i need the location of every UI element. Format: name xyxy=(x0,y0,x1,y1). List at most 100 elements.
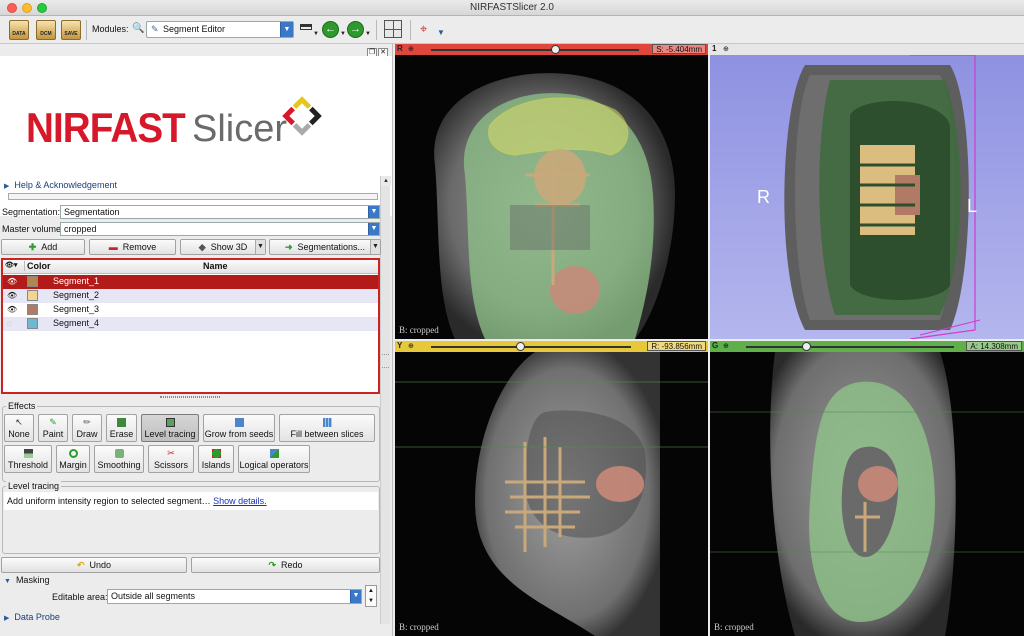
effect-erase-button[interactable]: Erase xyxy=(106,414,137,442)
effect-threshold-button[interactable]: Threshold xyxy=(4,445,52,473)
red-slice-slider[interactable] xyxy=(431,45,639,54)
show-details-link[interactable]: Show details. xyxy=(213,496,267,506)
add-segment-button[interactable]: ✚ Add xyxy=(1,239,85,255)
islands-icon xyxy=(211,449,221,458)
data-probe-toggle[interactable]: ▶ Data Probe xyxy=(4,612,60,622)
3d-view[interactable]: 1 ⊕ R L xyxy=(710,44,1024,339)
yellow-slice-image xyxy=(395,352,708,636)
redo-button[interactable]: ↷ Redo xyxy=(191,557,380,573)
modules-label: Modules: xyxy=(92,24,129,34)
chevron-down-icon[interactable]: ▼ xyxy=(370,240,380,254)
masking-section-toggle[interactable]: ▼ Masking xyxy=(4,575,49,585)
slider-thumb[interactable] xyxy=(802,342,811,351)
crosshair-icon[interactable]: ⌖ xyxy=(420,21,427,37)
eye-closed-icon[interactable]: ◌ xyxy=(7,319,12,328)
pin-icon[interactable]: ⊕ xyxy=(723,45,729,53)
help-section-toggle[interactable]: ▶ Help & Acknowledgement xyxy=(4,180,117,190)
chevron-down-icon[interactable]: ▼ xyxy=(255,240,265,254)
effect-fill-between-slices-button[interactable]: Fill between slices xyxy=(279,414,375,442)
splitter-handle[interactable] xyxy=(8,193,378,200)
segmentations-button[interactable]: ➜ Segmentations... ▼ xyxy=(269,239,381,255)
segment-row-1[interactable]: 👁 Segment_1 xyxy=(3,275,378,289)
module-history-icon[interactable] xyxy=(300,24,312,30)
yellow-view-caption: B: cropped xyxy=(399,622,439,632)
pin-icon[interactable]: ⊕ xyxy=(723,342,729,350)
pin-icon[interactable]: ⊕ xyxy=(408,45,414,53)
effect-level-tracing-button[interactable]: Level tracing xyxy=(141,414,199,442)
green-view-bar: G ⊕ A: 14.308mm xyxy=(710,341,1024,352)
module-search-icon[interactable]: 🔍 xyxy=(132,23,144,34)
load-data-button[interactable]: DATA xyxy=(9,20,29,40)
show-3d-button[interactable]: ◆ Show 3D ▼ xyxy=(180,239,266,255)
threshold-icon xyxy=(23,449,33,458)
segment-name[interactable]: Segment_3 xyxy=(53,304,99,314)
next-module-button[interactable]: → xyxy=(347,21,364,38)
pin-icon[interactable]: ⊕ xyxy=(408,342,414,350)
effect-grow-from-seeds-button[interactable]: Grow from seeds xyxy=(203,414,275,442)
effect-logical-operators-button[interactable]: Logical operators xyxy=(238,445,310,473)
effect-scissors-button[interactable]: ✂ Scissors xyxy=(148,445,194,473)
scroll-up-icon[interactable]: ▲ xyxy=(381,176,391,186)
slider-thumb[interactable] xyxy=(516,342,525,351)
effect-islands-button[interactable]: Islands xyxy=(198,445,234,473)
level-tracing-title: Level tracing xyxy=(6,481,62,491)
segmentation-selector[interactable]: Segmentation ▼ xyxy=(60,205,380,219)
eye-icon[interactable]: 👁 xyxy=(7,277,17,286)
effect-draw-button[interactable]: ✏ Draw xyxy=(72,414,102,442)
color-column-header[interactable]: Color xyxy=(24,261,51,271)
green-slice-view[interactable]: G ⊕ A: 14.308mm B: cropped xyxy=(710,341,1024,636)
margin-icon xyxy=(68,449,78,458)
red-slice-view[interactable]: R ⊕ S: -5.404mm B: cropped xyxy=(395,44,708,339)
segment-name[interactable]: Segment_4 xyxy=(53,318,99,328)
yellow-slice-slider[interactable] xyxy=(431,342,631,351)
chevron-down-icon: ▼ xyxy=(368,223,379,235)
segment-name[interactable]: Segment_1 xyxy=(53,276,99,286)
previous-module-button[interactable]: ← xyxy=(322,21,339,38)
segment-row-4[interactable]: ◌ Segment_4 xyxy=(3,317,378,331)
chevron-down-icon[interactable]: ▼ xyxy=(437,28,445,37)
segment-color-swatch[interactable] xyxy=(27,318,38,329)
logo-area: NIRFAST Slicer xyxy=(0,56,392,216)
effect-none-button[interactable]: ↖ None xyxy=(4,414,34,442)
master-volume-selector[interactable]: cropped ▼ xyxy=(60,222,380,236)
segment-color-swatch[interactable] xyxy=(27,290,38,301)
green-slice-slider[interactable] xyxy=(746,342,954,351)
layout-button[interactable] xyxy=(384,20,402,38)
table-resize-handle[interactable] xyxy=(160,396,220,398)
remove-segment-button[interactable]: ▬ Remove xyxy=(89,239,176,255)
red-view-caption: B: cropped xyxy=(399,325,439,335)
undo-button[interactable]: ↶ Undo xyxy=(1,557,187,573)
name-column-header[interactable]: Name xyxy=(203,261,228,271)
eye-icon[interactable]: 👁 xyxy=(7,291,17,300)
effect-smoothing-button[interactable]: Smoothing xyxy=(94,445,144,473)
segment-color-swatch[interactable] xyxy=(27,304,38,315)
eye-icon[interactable]: 👁 xyxy=(7,305,17,314)
redo-label: Redo xyxy=(281,560,303,570)
visibility-column-icon[interactable]: 👁▾ xyxy=(5,261,17,269)
slider-thumb[interactable] xyxy=(551,45,560,54)
smoothing-icon xyxy=(114,449,124,458)
effect-margin-button[interactable]: Margin xyxy=(56,445,90,473)
add-segment-label: Add xyxy=(41,242,58,252)
masking-scroll-arrows[interactable]: ▲ ▼ xyxy=(365,585,377,607)
editable-area-selector[interactable]: Outside all segments ▼ xyxy=(107,589,362,604)
red-slice-offset[interactable]: S: -5.404mm xyxy=(652,44,706,54)
segment-row-3[interactable]: 👁 Segment_3 xyxy=(3,303,378,317)
3d-view-bar: 1 ⊕ xyxy=(710,44,1024,55)
yellow-slice-offset[interactable]: R: -93.856mm xyxy=(647,341,706,351)
effect-paint-button[interactable]: ✎ Paint xyxy=(38,414,68,442)
red-slice-image xyxy=(395,55,708,339)
segment-row-2[interactable]: 👁 Segment_2 xyxy=(3,289,378,303)
segment-name[interactable]: Segment_2 xyxy=(53,290,99,300)
load-dicom-button[interactable]: DCM xyxy=(36,20,56,40)
panel-scrollbar[interactable]: ▲ xyxy=(380,176,391,624)
scroll-thumb[interactable] xyxy=(382,354,389,368)
save-button[interactable]: SAVE xyxy=(61,20,81,40)
green-slice-offset[interactable]: A: 14.308mm xyxy=(966,341,1022,351)
yellow-slice-view[interactable]: Y ⊕ R: -93.856mm B: cropped xyxy=(395,341,708,636)
segment-table[interactable]: 👁▾ Color Name 👁 Segment_1 👁 Segment_2 👁 … xyxy=(1,258,380,394)
green-view-label: G xyxy=(712,341,719,350)
module-selector[interactable]: ✎ Segment Editor ▼ xyxy=(146,21,294,38)
segment-color-swatch[interactable] xyxy=(27,276,38,287)
eraser-icon xyxy=(117,418,126,427)
